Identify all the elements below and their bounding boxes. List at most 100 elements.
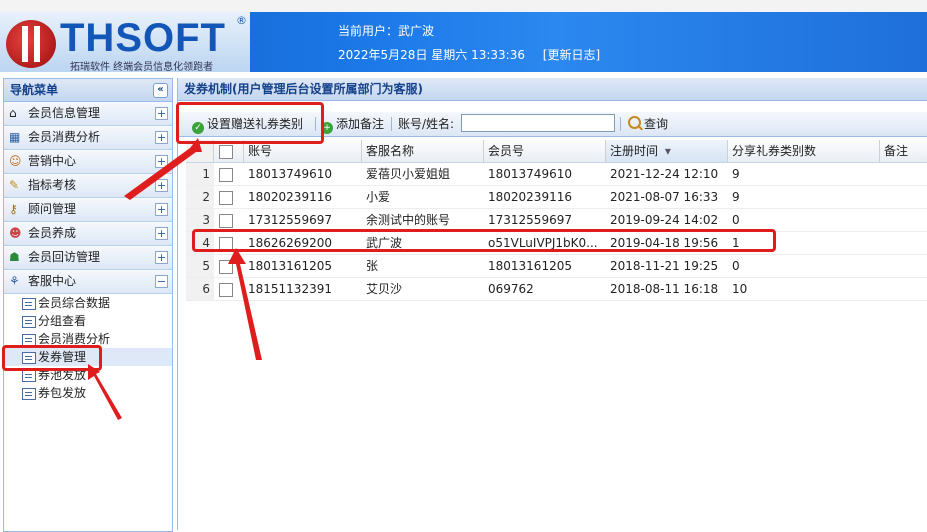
table-row[interactable]: 1 18013749610 爱蓓贝小爱姐姐 18013749610 2021-12-24… [186,163,927,186]
column-header-member-no[interactable]: 会员号 [484,140,606,162]
cell-share-count: 0 [732,259,740,273]
nav-item-label: 分组查看 [38,314,87,328]
nav-section-label: 会员回访管理 [28,250,101,264]
data-grid: 账号 客服名称 会员号 注册时间 ▾ 分享礼券类别数 备注 1 180137496… [186,140,927,301]
nav-section-member-growth[interactable]: ☻ 会员养成 + [4,222,172,246]
expand-icon[interactable]: + [155,107,168,120]
nav-section-customer-service[interactable]: ⚘ 客服中心 − [4,270,172,294]
column-header-share-count[interactable]: 分享礼券类别数 [728,140,880,162]
logo-mark-icon [6,20,56,68]
nav-section-consumption-analysis[interactable]: ▦ 会员消费分析 + [4,126,172,150]
nav-title-label: 导航菜单 [10,83,59,97]
search-label: 账号/姓名: [398,117,455,131]
table-row[interactable]: 4 18626269200 武广波 o51VLuIVPJ1bK0... 2019-04-… [186,232,927,255]
grid-header: 账号 客服名称 会员号 注册时间 ▾ 分享礼券类别数 备注 [186,140,927,163]
row-checkbox[interactable] [219,260,233,274]
row-checkbox[interactable] [219,237,233,251]
column-header-note[interactable]: 备注 [880,140,927,162]
cell-share-count: 10 [732,282,748,296]
cell-account: 18013161205 [248,259,332,273]
cell-member-no: o51VLuIVPJ1bK0... [488,236,598,250]
table-row[interactable]: 3 17312559697 余测试中的账号 17312559697 2019-09-24… [186,209,927,232]
toolbar-separator [315,117,316,131]
nav-item-member-overview[interactable]: 会员综合数据 [4,294,172,312]
cell-note [880,163,927,185]
cell-member-no: 18013161205 [488,259,572,273]
column-header-label: 注册时间 [610,144,659,158]
nav-section-kpi[interactable]: ✎ 指标考核 + [4,174,172,198]
panel-title: 发券机制(用户管理后台设置所属部门为客服) [178,78,927,101]
row-select-cell [214,163,244,185]
key-icon: ⚷ [9,202,18,216]
cell-share-count: 1 [732,236,740,250]
row-number: 1 [186,163,214,185]
list-icon [22,334,36,346]
expand-icon[interactable]: + [155,227,168,240]
row-checkbox[interactable] [219,214,233,228]
cell-account: 18013749610 [248,167,332,181]
list-icon [22,388,36,400]
row-select-cell [214,278,244,300]
update-log-link[interactable]: [更新日志] [543,48,600,62]
nav-item-coupon-pool[interactable]: 券池发放 [4,366,172,384]
table-row[interactable]: 5 18013161205 张 18013161205 2018-11-21 19:25… [186,255,927,278]
browser-toolbar-strip [0,0,927,12]
query-button[interactable]: 查询 [628,116,668,132]
collapse-icon[interactable]: − [155,275,168,288]
nav-item-consumption-analysis[interactable]: 会员消费分析 [4,330,172,348]
nav-section-marketing[interactable]: ☺ 营销中心 + [4,150,172,174]
cell-member-no: 17312559697 [488,213,572,227]
navigation-panel: 导航菜单 « ⌂ 会员信息管理 + ▦ 会员消费分析 + ☺ 营销中心 + ✎ … [3,78,173,532]
select-all-checkbox[interactable] [219,145,233,159]
datetime-line: 2022年5月28日 星期六 13:33:36 [更新日志] [338,46,600,63]
nav-section-advisor[interactable]: ⚷ 顾问管理 + [4,198,172,222]
row-select-cell [214,186,244,208]
header-rownum [186,140,214,162]
account-name-search-input[interactable] [461,114,615,132]
expand-icon[interactable]: + [155,179,168,192]
expand-icon[interactable]: + [155,131,168,144]
cell-register-time: 2018-08-11 16:18 [610,282,719,296]
expand-icon[interactable]: + [155,251,168,264]
row-checkbox[interactable] [219,191,233,205]
row-checkbox[interactable] [219,168,233,182]
table-row[interactable]: 2 18020239116 小爱 18020239116 2021-08-07 16:3… [186,186,927,209]
nav-section-revisit[interactable]: ☗ 会员回访管理 + [4,246,172,270]
app-header: THSOFT ® 拓瑞软件 终端会员信息化领跑者 当前用户：武广波 2022年5… [0,12,927,72]
cell-member-no: 18013749610 [488,167,572,181]
expand-icon[interactable]: + [155,203,168,216]
current-user-name: 武广波 [398,24,435,38]
column-header-account[interactable]: 账号 [244,140,362,162]
group-icon: ☗ [9,250,20,264]
grid-body: 1 18013749610 爱蓓贝小爱姐姐 18013749610 2021-12-24… [186,163,927,301]
set-gift-coupon-type-button[interactable]: ✓ 设置赠送礼券类别 [192,116,304,134]
nav-section-label: 营销中心 [28,154,77,168]
nav-item-coupon-management[interactable]: 发券管理 [4,348,172,366]
add-note-button[interactable]: + 添加备注 [321,116,385,134]
nav-item-coupon-package[interactable]: 券包发放 [4,384,172,402]
column-header-agent-name[interactable]: 客服名称 [362,140,484,162]
row-select-cell [214,209,244,231]
list-icon [22,370,36,382]
row-checkbox[interactable] [219,283,233,297]
nav-item-label: 券包发放 [38,386,87,400]
cell-agent-name: 小爱 [366,190,391,204]
expand-icon[interactable]: + [155,155,168,168]
cell-agent-name: 余测试中的账号 [366,213,451,227]
row-number: 4 [186,232,214,254]
nav-section-label: 指标考核 [28,178,77,192]
column-header-register-time[interactable]: 注册时间 ▾ [606,140,728,162]
button-label: 设置赠送礼券类别 [207,117,304,131]
toolbar-separator [620,117,621,131]
current-user: 当前用户：武广波 [338,22,434,39]
cell-account: 17312559697 [248,213,332,227]
search-icon [628,116,641,129]
button-label: 添加备注 [336,117,385,131]
table-row[interactable]: 6 18151132391 艾贝沙 069762 2018-08-11 16:18 10 [186,278,927,301]
list-icon [22,316,36,328]
cell-share-count: 9 [732,190,740,204]
nav-item-group-view[interactable]: 分组查看 [4,312,172,330]
collapse-nav-button[interactable]: « [153,83,168,98]
nav-section-member-info[interactable]: ⌂ 会员信息管理 + [4,102,172,126]
cell-register-time: 2019-04-18 19:56 [610,236,719,250]
